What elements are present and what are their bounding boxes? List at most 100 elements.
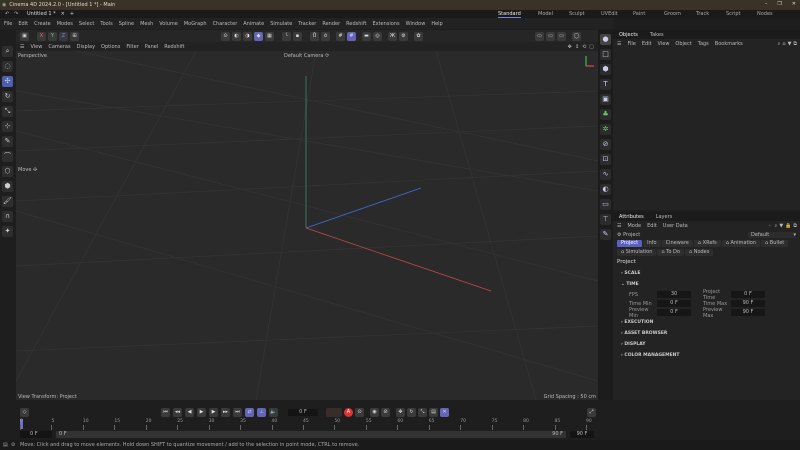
chip-info[interactable]: Info <box>643 240 660 247</box>
menu-help[interactable]: Help <box>431 21 442 27</box>
y-axis-toggle[interactable]: Y <box>48 32 57 41</box>
object-manager-icon[interactable]: ● <box>600 34 611 45</box>
back-icon[interactable]: ← <box>768 223 772 229</box>
viewport-menu-view[interactable]: View <box>30 44 42 50</box>
layout-script[interactable]: Script <box>726 10 741 18</box>
primitive-icon[interactable]: ⬢ <box>600 64 611 75</box>
tab-layers[interactable]: Layers <box>656 214 673 220</box>
menu-mograph[interactable]: MoGraph <box>184 21 207 27</box>
previous-frame-icon[interactable]: ◀ <box>185 408 194 417</box>
snap-icon[interactable]: # <box>336 32 345 41</box>
time-max-field[interactable]: 90 F <box>731 300 765 307</box>
project-time-field[interactable]: 0 F <box>731 291 765 298</box>
chip-to-do[interactable]: ⌂ To Do <box>657 249 684 256</box>
generator-icon[interactable]: ▣ <box>600 94 611 105</box>
object-mode-icon[interactable]: ◆ <box>254 32 263 41</box>
new-window-icon[interactable]: ⧉ <box>793 223 797 229</box>
viewport-move-icon[interactable]: ↕ <box>575 44 579 50</box>
z-axis-toggle[interactable]: Z <box>59 32 68 41</box>
layout-standard[interactable]: Standard <box>498 10 521 18</box>
knife-tool-icon[interactable]: ⌒ <box>2 151 13 162</box>
add-tab-icon[interactable]: + <box>70 11 74 17</box>
menu-render[interactable]: Render <box>322 21 340 27</box>
polygon-pen-icon[interactable]: ⬢ <box>2 181 13 192</box>
points-mode-icon[interactable]: ⊙ <box>221 32 230 41</box>
home-icon[interactable]: ⌂ <box>782 41 785 47</box>
menu-modes[interactable]: Modes <box>57 21 73 27</box>
coordinate-system-icon[interactable]: ⊞ <box>70 32 79 41</box>
deformer-icon[interactable]: ✲ <box>600 124 611 135</box>
tag-icon[interactable]: ✎ <box>600 229 611 240</box>
chip-simulation[interactable]: ⌂ Simulation <box>617 249 656 256</box>
render-settings-icon[interactable]: ✿ <box>414 32 423 41</box>
time-ruler[interactable]: 051015202530354045505560657075808590 <box>20 419 594 431</box>
viewport-hamburger-icon[interactable]: ☰ <box>20 44 24 50</box>
undo-icon[interactable]: ↶ <box>5 11 9 17</box>
menu-volume[interactable]: Volume <box>159 21 178 27</box>
menu-edit[interactable]: Edit <box>18 21 28 27</box>
menu-create[interactable]: Create <box>34 21 51 27</box>
menu-file[interactable]: File <box>4 21 12 27</box>
go-to-start-icon[interactable]: ⏮ <box>161 408 170 417</box>
viewport[interactable]: Perspective Default Camera ⟳ Move ✣ View… <box>16 51 598 400</box>
preview-min-field[interactable]: 0 F <box>657 309 691 316</box>
texture-mode-icon[interactable]: ▪ <box>293 32 302 41</box>
loop-icon[interactable]: ⇄ <box>245 408 254 417</box>
menu-window[interactable]: Window <box>406 21 426 27</box>
document-tab[interactable]: Untitled 1 * × + <box>27 11 74 17</box>
playback-rate-icon[interactable]: ⊥ <box>257 408 266 417</box>
keyframe-settings-icon[interactable]: ◇ <box>20 408 29 417</box>
go-to-end-icon[interactable]: ⏭ <box>233 408 242 417</box>
record-icon[interactable]: A <box>344 408 353 417</box>
tab-objects[interactable]: Objects <box>619 32 638 38</box>
objects-menu-tags[interactable]: Tags <box>698 41 709 47</box>
scale-tool-icon[interactable]: ⤡ <box>2 106 13 117</box>
key-pla-icon[interactable]: ✕ <box>440 408 449 417</box>
objects-hamburger-icon[interactable]: ☰ <box>617 41 621 47</box>
sculpt-icon[interactable]: ✦ <box>2 226 13 237</box>
previous-key-icon[interactable]: ◂◂ <box>173 408 182 417</box>
attributes-menu-edit[interactable]: Edit <box>647 223 657 229</box>
spline-pen-icon[interactable]: ✎ <box>2 136 13 147</box>
section-display[interactable]: › DISPLAY <box>613 339 800 350</box>
layout-groom[interactable]: Groom <box>664 10 681 18</box>
filter-icon[interactable]: ▼ <box>779 223 783 229</box>
section-asset-browser[interactable]: › ASSET BROWSER <box>613 328 800 339</box>
extrude-icon[interactable]: ⬡ <box>2 166 13 177</box>
layout-paint[interactable]: Paint <box>633 10 645 18</box>
menu-tracker[interactable]: Tracker <box>298 21 316 27</box>
section-execution[interactable]: › EXECUTION <box>613 317 800 328</box>
objects-menu-object[interactable]: Object <box>675 41 691 47</box>
camera-name[interactable]: Default Camera ⟳ <box>284 53 329 59</box>
viewport-pan-icon[interactable]: ✥ <box>568 44 572 50</box>
render-picture-viewer-icon[interactable]: ▭ <box>546 32 555 41</box>
live-selection-icon[interactable]: ◌ <box>2 61 13 72</box>
layout-sculpt[interactable]: Sculpt <box>569 10 585 18</box>
snap-settings-icon[interactable]: # <box>347 32 356 41</box>
attributes-menu-mode[interactable]: Mode <box>627 223 641 229</box>
key-param-icon[interactable]: ▤ <box>429 408 438 417</box>
menu-redshift[interactable]: Redshift <box>346 21 366 27</box>
objects-menu-view[interactable]: View <box>658 41 670 47</box>
viewport-menu-redshift[interactable]: Redshift <box>164 44 184 50</box>
viewport-menu-cameras[interactable]: Cameras <box>48 44 70 50</box>
brush-icon[interactable]: 🖌 <box>2 196 13 207</box>
render-settings-button-icon[interactable]: ▭ <box>557 32 566 41</box>
autokey-icon[interactable]: ⊙ <box>355 408 364 417</box>
layout-nodes[interactable]: Nodes <box>757 10 773 18</box>
menu-animate[interactable]: Animate <box>243 21 264 27</box>
solo-icon[interactable]: ◎ <box>373 32 382 41</box>
chip-cineware[interactable]: Cineware <box>662 240 693 247</box>
workplane-icon[interactable]: ▬ <box>362 32 371 41</box>
chip-bullet[interactable]: ⌂ Bullet <box>761 240 788 247</box>
settings-icon[interactable]: ⚙ <box>399 32 408 41</box>
key-rotation-icon[interactable]: ↻ <box>407 408 416 417</box>
uv-mode-icon[interactable]: ▦ <box>265 32 274 41</box>
menu-character[interactable]: Character <box>213 21 238 27</box>
time-min-field[interactable]: 0 F <box>657 300 691 307</box>
transform-tool-icon[interactable]: ⊹ <box>2 121 13 132</box>
close-button[interactable]: ✕ <box>792 1 796 7</box>
field-icon[interactable]: ⊘ <box>600 139 611 150</box>
redo-icon[interactable]: ↷ <box>14 11 18 17</box>
attributes-menu-user-data[interactable]: User Data <box>663 223 688 229</box>
